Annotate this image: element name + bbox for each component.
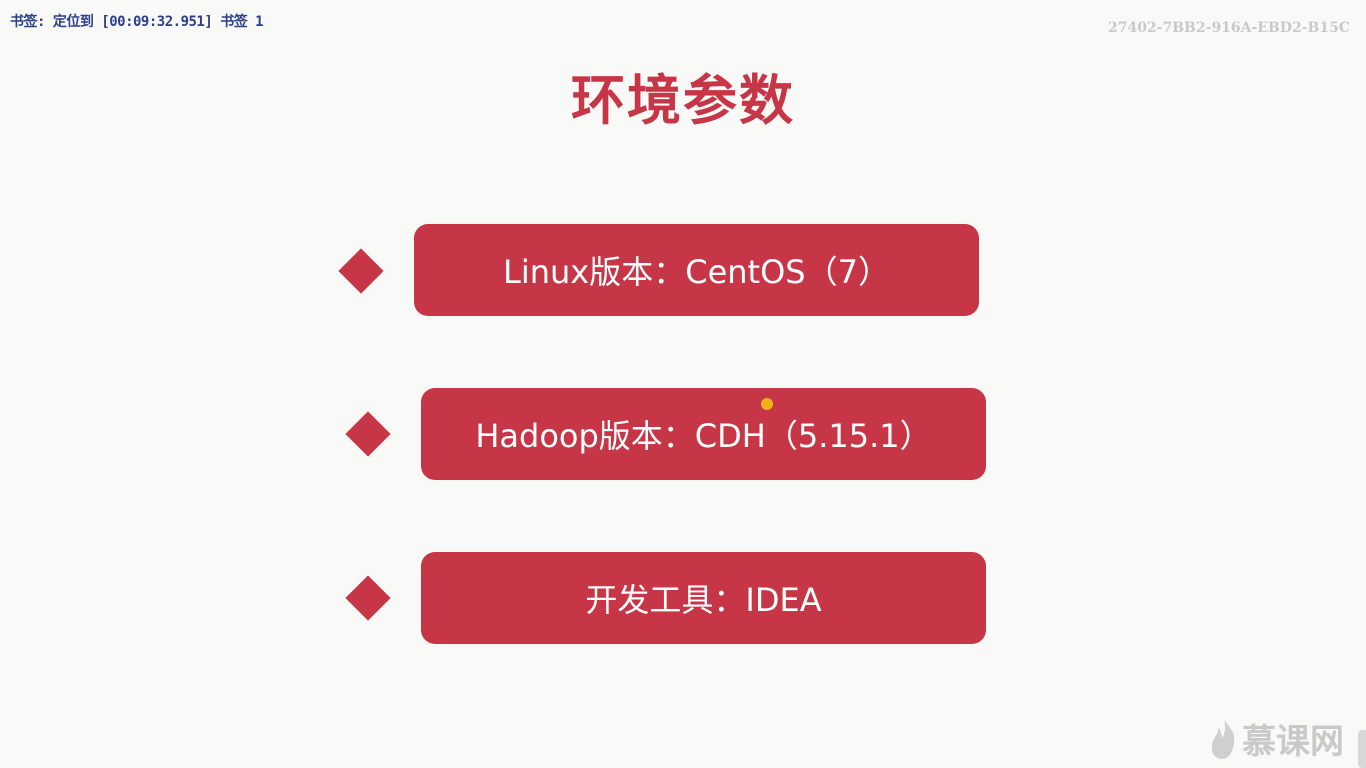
logo-text: 慕课网 [1242,722,1344,762]
flame-icon [1211,718,1235,759]
bullet-diamond-icon [345,411,391,457]
edge-handle [1358,730,1366,768]
item-card-hadoop: Hadoop版本：CDH（5.15.1） [421,388,986,480]
item-card-linux: Linux版本：CentOS（7） [414,224,979,316]
bullet-diamond-icon [345,575,391,621]
item-label: 开发工具：IDEA [585,581,822,619]
mouse-cursor-indicator [761,398,773,410]
bookmark-overlay: 书签: 定位到 [00:09:32.951] 书签 1 [10,14,264,30]
item-label: Linux版本：CentOS（7） [503,253,890,291]
item-label: Hadoop版本：CDH（5.15.1） [475,417,932,455]
slide-page: 书签: 定位到 [00:09:32.951] 书签 1 27402-7BB2-9… [0,0,1366,768]
slide-title: 环境参数 [571,69,795,132]
imooc-logo: 慕课网 [1210,714,1344,763]
serial-watermark: 27402-7BB2-916A-EBD2-B15C [1107,20,1350,36]
item-card-ide: 开发工具：IDEA [421,552,986,644]
bullet-diamond-icon [338,248,384,294]
